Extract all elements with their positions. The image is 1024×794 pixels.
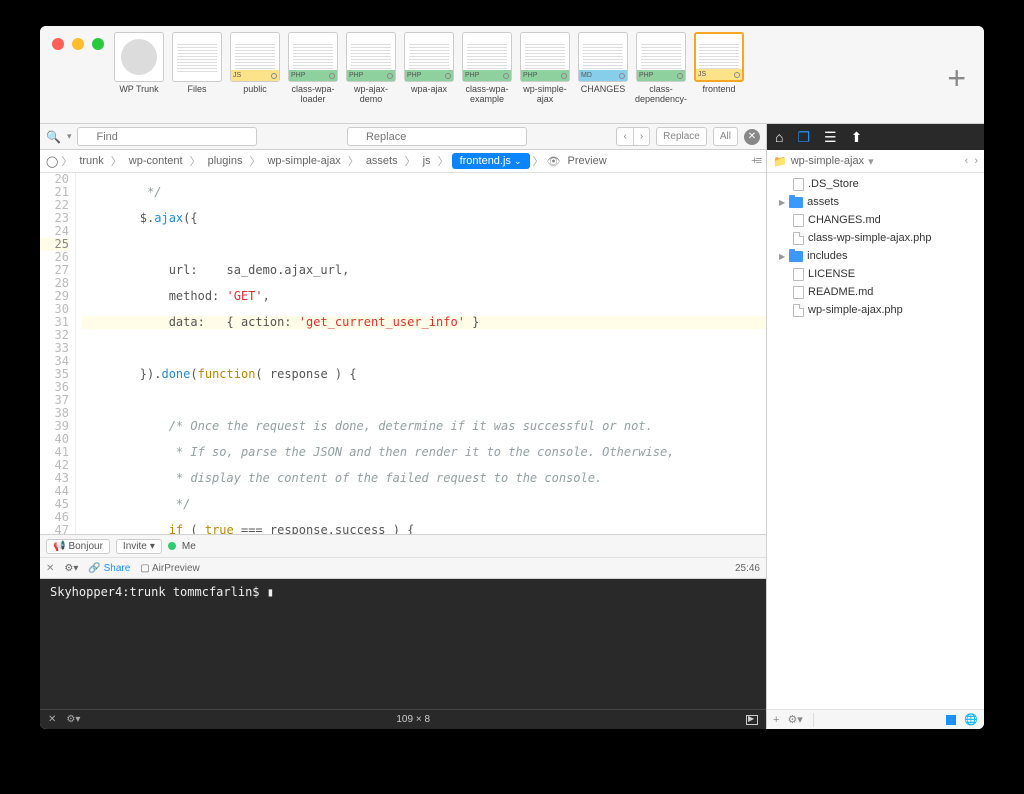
- code-editor[interactable]: 2021222324252627282930313233343536373839…: [40, 173, 766, 534]
- tab-changes[interactable]: MDCHANGES: [576, 32, 630, 105]
- sidebar-toolbar: ⌂ ❐ ☰ ⬆: [767, 124, 984, 150]
- tab-strip: WP Trunk Files JSpublic PHPclass-wpa-loa…: [40, 26, 984, 124]
- file-tree[interactable]: .DS_Store ▶assets CHANGES.md class-wp-si…: [767, 173, 984, 709]
- tab-public[interactable]: JSpublic: [228, 32, 282, 105]
- tab-frontend[interactable]: JSfrontend: [692, 32, 746, 105]
- terminal-expand-icon[interactable]: [746, 715, 758, 725]
- file-crumb: 📁 wp-simple-ajax ▾ ‹›: [767, 150, 984, 173]
- folder-item[interactable]: ▶assets: [767, 193, 984, 211]
- files-icon[interactable]: ❐: [797, 129, 810, 146]
- crumb-item[interactable]: plugins: [204, 153, 247, 169]
- terminal-prompt: Skyhopper4:trunk tommcfarlin$: [50, 585, 267, 599]
- replace-all-button[interactable]: All: [713, 127, 738, 146]
- upload-icon[interactable]: ⬆: [851, 129, 863, 146]
- tab-label: wp-simple-ajax: [518, 85, 572, 105]
- crumb-item[interactable]: js: [419, 153, 435, 169]
- folder-icon: 📁: [773, 155, 787, 168]
- bonjour-button[interactable]: 📢Bonjour: [46, 539, 110, 554]
- crumb-preview[interactable]: Preview: [564, 153, 611, 169]
- terminal-size-label: 109 × 8: [90, 714, 736, 725]
- close-findbar-button[interactable]: ✕: [744, 129, 760, 145]
- file-item[interactable]: wp-simple-ajax.php: [767, 301, 984, 319]
- tab-wpa-ajax[interactable]: PHPwpa-ajax: [402, 32, 456, 105]
- file-browser-pane: ⌂ ❐ ☰ ⬆ 📁 wp-simple-ajax ▾ ‹› .DS_Store …: [767, 124, 984, 729]
- preview-toolbar: ✕ ⚙▾ 🔗 Share ▢ AirPreview 25:46: [40, 557, 766, 579]
- search-icon[interactable]: 🔍: [46, 130, 61, 144]
- breadcrumb: ◯〉 trunk〉 wp-content〉 plugins〉 wp-simple…: [40, 150, 766, 173]
- document-icon[interactable]: ☰: [824, 129, 837, 146]
- zoom-icon[interactable]: [92, 38, 104, 50]
- tab-wp-simple-ajax[interactable]: PHPwp-simple-ajax: [518, 32, 572, 105]
- presence-icon: [168, 542, 176, 550]
- file-item[interactable]: class-wp-simple-ajax.php: [767, 229, 984, 247]
- symbols-icon[interactable]: ◯: [46, 155, 58, 168]
- tab-class-dependency[interactable]: PHPclass-dependency-: [634, 32, 688, 105]
- window-controls: [52, 38, 104, 50]
- collab-status-bar: 📢Bonjour Invite▾ Me: [40, 534, 766, 557]
- view-mode-icon[interactable]: [946, 715, 956, 725]
- close-terminal-button[interactable]: ✕: [48, 714, 56, 725]
- share-button[interactable]: 🔗 Share: [88, 563, 130, 574]
- line-gutter: 2021222324252627282930313233343536373839…: [40, 173, 76, 534]
- cursor-icon: ▮: [267, 585, 274, 599]
- find-bar: 🔍▾ ✱ ✱ ‹› Replace All ✕: [40, 124, 766, 150]
- sidebar-footer: + ⚙▾ 🌐: [767, 709, 984, 729]
- replace-button[interactable]: Replace: [656, 127, 707, 146]
- file-item[interactable]: CHANGES.md: [767, 211, 984, 229]
- back-button[interactable]: ‹: [965, 155, 969, 167]
- tab-label: WP Trunk: [119, 85, 158, 105]
- tab-label: frontend: [702, 85, 735, 105]
- close-icon[interactable]: [52, 38, 64, 50]
- tab-label: public: [243, 85, 267, 105]
- tab-label: wp-ajax-demo: [344, 85, 398, 105]
- find-prev-button[interactable]: ‹: [616, 127, 632, 146]
- find-next-button[interactable]: ›: [633, 127, 650, 146]
- crumb-item[interactable]: assets: [362, 153, 402, 169]
- app-window: WP Trunk Files JSpublic PHPclass-wpa-loa…: [40, 26, 984, 729]
- tab-label: CHANGES: [581, 85, 626, 105]
- file-item[interactable]: README.md: [767, 283, 984, 301]
- preview-icon[interactable]: 👁: [547, 155, 561, 168]
- me-label: Me: [182, 541, 196, 552]
- crumb-item[interactable]: wp-simple-ajax: [263, 153, 344, 169]
- find-input[interactable]: [77, 127, 257, 146]
- tab-label: wpa-ajax: [411, 85, 447, 105]
- tab-wp-trunk[interactable]: WP Trunk: [112, 32, 166, 105]
- home-icon[interactable]: ⌂: [775, 129, 783, 145]
- crumb-item[interactable]: trunk: [75, 153, 107, 169]
- terminal-gear-icon[interactable]: ⚙▾: [66, 714, 80, 725]
- airpreview-toggle[interactable]: ▢ AirPreview: [140, 563, 199, 574]
- gear-icon[interactable]: ⚙▾: [64, 563, 78, 574]
- code-content[interactable]: */ $.ajax({ url: sa_demo.ajax_url, metho…: [76, 173, 766, 534]
- add-button[interactable]: +: [773, 714, 779, 726]
- time-label: 25:46: [735, 563, 760, 574]
- crumb-item[interactable]: wp-content: [125, 153, 187, 169]
- tab-label: Files: [187, 85, 206, 105]
- tab-files[interactable]: Files: [170, 32, 224, 105]
- tab-wp-ajax-demo[interactable]: PHPwp-ajax-demo: [344, 32, 398, 105]
- tab-class-wpa-example[interactable]: PHPclass-wpa-example: [460, 32, 514, 105]
- terminal-status-bar: ✕ ⚙▾ 109 × 8: [40, 709, 766, 729]
- tab-label: class-wpa-loader: [286, 85, 340, 105]
- wordpress-icon: [121, 39, 157, 75]
- add-line-button[interactable]: +≡: [751, 155, 760, 167]
- editor-pane: 🔍▾ ✱ ✱ ‹› Replace All ✕ ◯〉 trunk〉 wp-con…: [40, 124, 767, 729]
- new-tab-button[interactable]: +: [947, 60, 966, 97]
- invite-button[interactable]: Invite▾: [116, 539, 162, 554]
- forward-button[interactable]: ›: [974, 155, 978, 167]
- globe-icon[interactable]: 🌐: [964, 713, 978, 726]
- close-button[interactable]: ✕: [46, 563, 54, 574]
- minimize-icon[interactable]: [72, 38, 84, 50]
- gear-icon[interactable]: ⚙▾: [787, 713, 802, 726]
- tab-label: class-dependency-: [634, 85, 688, 105]
- file-item[interactable]: .DS_Store: [767, 175, 984, 193]
- replace-input[interactable]: [347, 127, 527, 146]
- folder-item[interactable]: ▶includes: [767, 247, 984, 265]
- crumb-item-current[interactable]: frontend.js ⌄: [452, 153, 530, 169]
- terminal[interactable]: Skyhopper4:trunk tommcfarlin$ ▮: [40, 579, 766, 709]
- tab-class-wpa-loader[interactable]: PHPclass-wpa-loader: [286, 32, 340, 105]
- tab-label: class-wpa-example: [460, 85, 514, 105]
- folder-name[interactable]: wp-simple-ajax: [791, 155, 864, 167]
- file-item[interactable]: LICENSE: [767, 265, 984, 283]
